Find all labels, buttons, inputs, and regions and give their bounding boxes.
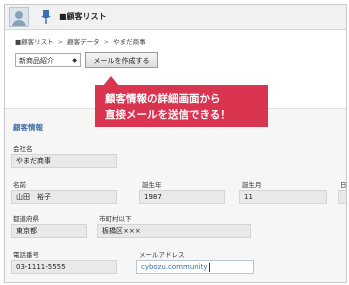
breadcrumb-item-list[interactable]: ■顧客リスト xyxy=(15,36,54,46)
birth-day-label: 日 xyxy=(340,181,347,189)
select-arrow-icon: ◆ xyxy=(72,57,77,64)
pin-icon[interactable] xyxy=(40,9,52,25)
birth-year-field: 1987 xyxy=(139,190,225,204)
name-label: 名前 xyxy=(13,181,26,189)
birth-year-label: 誕生年 xyxy=(142,181,162,189)
avatar-head xyxy=(15,11,23,19)
email-label: メールアドレス xyxy=(139,251,185,259)
city-field: 板橋区××× xyxy=(97,224,251,238)
email-field[interactable]: cybozu.community xyxy=(136,260,254,274)
page-title: ■顧客リスト xyxy=(59,12,107,21)
breadcrumb-separator: > xyxy=(57,38,64,46)
template-select-value: 新商品紹介 xyxy=(19,57,54,65)
birth-month-label: 誕生月 xyxy=(242,181,262,189)
name-field: 山田 裕子 xyxy=(11,190,117,204)
template-select[interactable]: 新商品紹介 ◆ xyxy=(15,53,81,67)
section-title: 顧客情報 xyxy=(13,123,43,132)
email-field-value: cybozu.community xyxy=(141,263,208,271)
app-window: ■顧客リスト ■顧客リスト > 顧客データ > やまだ商事 新商品紹介 ◆ メールを作成… xyxy=(4,4,347,283)
breadcrumb-item-data[interactable]: 顧客データ xyxy=(67,36,100,46)
city-label: 市町村以下 xyxy=(99,215,132,223)
company-label: 会社名 xyxy=(13,145,33,153)
prefecture-label: 都道府県 xyxy=(13,215,39,223)
breadcrumb-separator: > xyxy=(103,38,110,46)
company-field: やまだ商事 xyxy=(11,154,117,168)
prefecture-field: 東京都 xyxy=(11,224,87,238)
birth-day-field xyxy=(338,190,346,204)
text-cursor xyxy=(208,262,210,272)
birth-month-field: 11 xyxy=(239,190,327,204)
feature-callout: 顧客情報の詳細画面から 直接メールを送信できる！ xyxy=(95,85,268,127)
phone-field: 03-1111-5555 xyxy=(11,260,117,274)
avatar-body xyxy=(12,20,26,26)
breadcrumb-item-current: やまだ商事 xyxy=(113,38,146,46)
avatar[interactable] xyxy=(9,7,29,27)
phone-label: 電話番号 xyxy=(13,251,39,259)
breadcrumb: ■顧客リスト > 顧客データ > やまだ商事 xyxy=(15,36,146,46)
create-mail-button[interactable]: メールを作成する xyxy=(85,52,158,68)
callout-line-1: 顧客情報の詳細画面から xyxy=(105,93,221,105)
callout-line-2: 直接メールを送信できる！ xyxy=(105,109,231,121)
header-bar: ■顧客リスト xyxy=(5,5,346,30)
